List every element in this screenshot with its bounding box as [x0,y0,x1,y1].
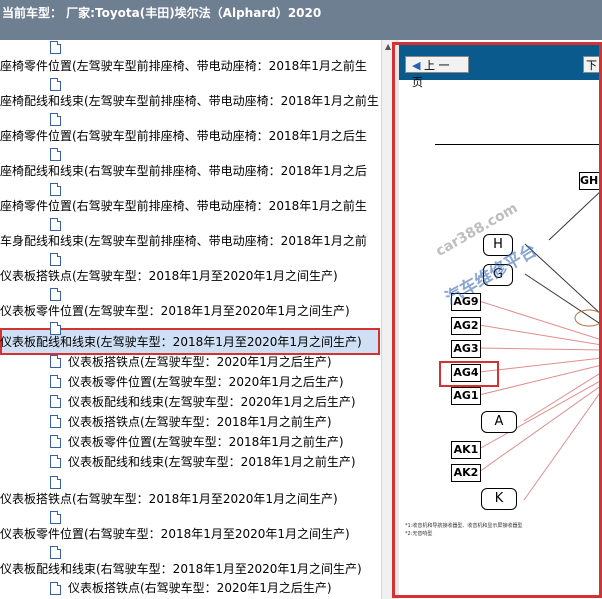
tree-item[interactable]: 座椅零件位置(右驾驶车型前排座椅、带电动座椅：2018年1月之后生 [0,126,367,146]
label-ag2: AG2 [451,317,481,335]
tree-item[interactable]: 仪表板搭铁点(右驾驶车型：2018年1月至2020年1月之间生产) [0,489,338,509]
diagram-viewer: ◀ 上 一 页 下 GH3 H G AG9 AG2 AG3 AG4 [399,40,602,599]
tree-item[interactable]: 车身配线和线束(左驾驶车型前排座椅、带电动座椅：2018年1月之前 [0,231,367,251]
label-ag1: AG1 [451,387,481,405]
window-title-bar: 当前车型： 厂家:Toyota(丰田)埃尔法（Alphard）2020 [0,0,602,40]
label-ak1: AK1 [451,441,481,459]
document-icon [50,288,61,301]
document-icon [50,476,61,489]
tree-item[interactable]: 仪表板零件位置(左驾驶车型：2018年1月至2020年1月之间生产) [0,301,350,321]
footnote-2: *2:无音响型 [405,531,433,537]
tree-subitem[interactable]: 仪表板搭铁点(左驾驶车型：2020年1月之后生产) [68,352,332,372]
tree-subitem[interactable]: 仪表板零件位置(左驾驶车型：2018年1月之前生产) [68,432,344,452]
tree-item[interactable]: 仪表板搭铁点(左驾驶车型：2018年1月至2020年1月之间生产) [0,266,338,286]
label-k: K [481,488,517,510]
window-title: 当前车型： 厂家:Toyota(丰田)埃尔法（Alphard）2020 [2,6,322,20]
tree-item-selected[interactable]: 仪表板配线和线束(左驾驶车型：2018年1月至2020年1月之间生产) [0,332,362,352]
document-icon [50,183,61,196]
document-icon [50,415,61,428]
footnote-1: *1:收音机和导航接收器型、收音机和显示屏接收器型 [405,523,523,529]
label-ak2: AK2 [451,464,481,482]
document-icon [50,41,61,54]
tree-subitem[interactable]: 仪表板搭铁点(左驾驶车型：2018年1月之前生产) [68,412,332,432]
tree-subitem[interactable]: 仪表板配线和线束(左驾驶车型：2018年1月之前生产) [68,452,356,472]
tree-item[interactable]: 仪表板配线和线束(右驾驶车型：2018年1月至2020年1月之间生产) [0,559,362,579]
ag4-highlight [439,361,499,387]
tree-subitem[interactable]: 仪表板配线和线束(左驾驶车型：2020年1月之后生产) [68,392,356,412]
tree-item[interactable]: 座椅零件位置(左驾驶车型前排座椅、带电动座椅：2018年1月之前生 [0,56,367,76]
document-icon [50,455,61,468]
scroll-up-icon[interactable]: ▲ [385,42,391,51]
document-icon [50,355,61,368]
document-icon [50,113,61,126]
tree-panel[interactable]: 座椅零件位置(左驾驶车型前排座椅、带电动座椅：2018年1月之前生 座椅配线和线… [0,40,381,599]
document-icon [50,253,61,266]
tree-item[interactable]: 座椅配线和线束(左驾驶车型前排座椅、带电动座椅：2018年1月之前生 [0,91,379,111]
document-icon [50,435,61,448]
tree-subitem[interactable]: 仪表板搭铁点(右驾驶车型：2020年1月之后生产) [68,578,332,598]
tree-item[interactable]: 座椅零件位置(右驾驶车型前排座椅、带电动座椅：2018年1月之前生 [0,196,367,216]
wiring-lines [478,189,602,501]
document-icon [50,148,61,161]
document-icon [50,546,61,559]
tree-item[interactable]: 座椅配线和线束(右驾驶车型前排座椅、带电动座椅：2018年1月之后 [0,161,367,181]
document-icon [50,78,61,91]
label-ag3: AG3 [451,340,481,358]
tree-item[interactable]: 仪表板零件位置(右驾驶车型：2018年1月至2020年1月之间生产) [0,524,350,544]
document-icon [50,582,61,595]
document-icon [50,395,61,408]
document-icon [50,511,61,524]
document-icon [50,218,61,231]
tree-scrollbar[interactable]: ▲ [381,40,396,599]
label-gh3: GH3 [579,172,602,190]
tree-subitem[interactable]: 仪表板零件位置(左驾驶车型：2020年1月之后生产) [68,372,344,392]
document-icon [50,375,61,388]
label-a: A [481,411,517,433]
